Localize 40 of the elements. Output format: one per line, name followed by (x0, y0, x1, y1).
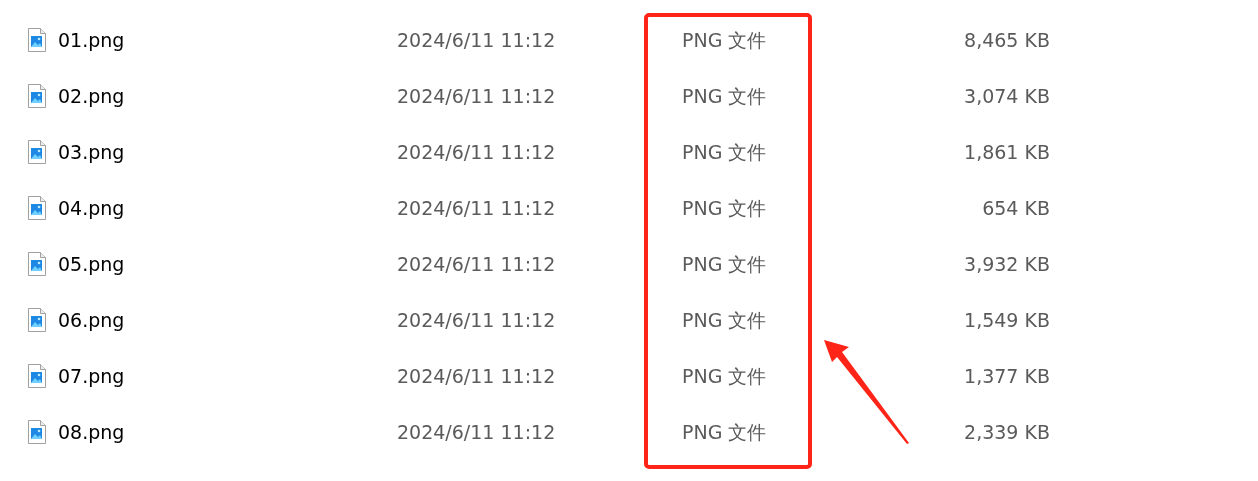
file-size: 3,074 KB (963, 83, 1050, 109)
date-modified: 2024/6/11 11:12 (397, 139, 557, 165)
date-modified: 2024/6/11 11:12 (397, 195, 557, 221)
file-type: PNG 文件 (682, 363, 768, 389)
file-name: 04.png (58, 195, 126, 221)
image-file-icon (27, 28, 47, 52)
file-type: PNG 文件 (682, 195, 768, 221)
date-modified: 2024/6/11 11:12 (397, 363, 557, 389)
image-file-icon (27, 140, 47, 164)
file-size: 1,549 KB (963, 307, 1050, 333)
file-type: PNG 文件 (682, 419, 768, 445)
image-file-icon (27, 196, 47, 220)
date-modified: 2024/6/11 11:12 (397, 27, 557, 53)
file-name: 06.png (58, 307, 126, 333)
file-name: 03.png (58, 139, 126, 165)
file-size: 3,932 KB (963, 251, 1050, 277)
date-modified: 2024/6/11 11:12 (397, 83, 557, 109)
date-modified: 2024/6/11 11:12 (397, 419, 557, 445)
file-name: 07.png (58, 363, 126, 389)
date-modified: 2024/6/11 11:12 (397, 251, 557, 277)
file-type: PNG 文件 (682, 139, 768, 165)
file-name: 05.png (58, 251, 126, 277)
image-file-icon (27, 252, 47, 276)
file-size: 2,339 KB (963, 419, 1050, 445)
file-type: PNG 文件 (682, 27, 768, 53)
file-name: 01.png (58, 27, 126, 53)
date-modified: 2024/6/11 11:12 (397, 307, 557, 333)
file-type: PNG 文件 (682, 307, 768, 333)
image-file-icon (27, 420, 47, 444)
file-size: 1,861 KB (963, 139, 1050, 165)
image-file-icon (27, 308, 47, 332)
file-name: 08.png (58, 419, 126, 445)
file-name: 02.png (58, 83, 126, 109)
image-file-icon (27, 84, 47, 108)
file-type: PNG 文件 (682, 83, 768, 109)
file-size: 1,377 KB (963, 363, 1050, 389)
file-size: 654 KB (981, 195, 1050, 221)
file-type: PNG 文件 (682, 251, 768, 277)
file-size: 8,465 KB (963, 27, 1050, 53)
image-file-icon (27, 364, 47, 388)
